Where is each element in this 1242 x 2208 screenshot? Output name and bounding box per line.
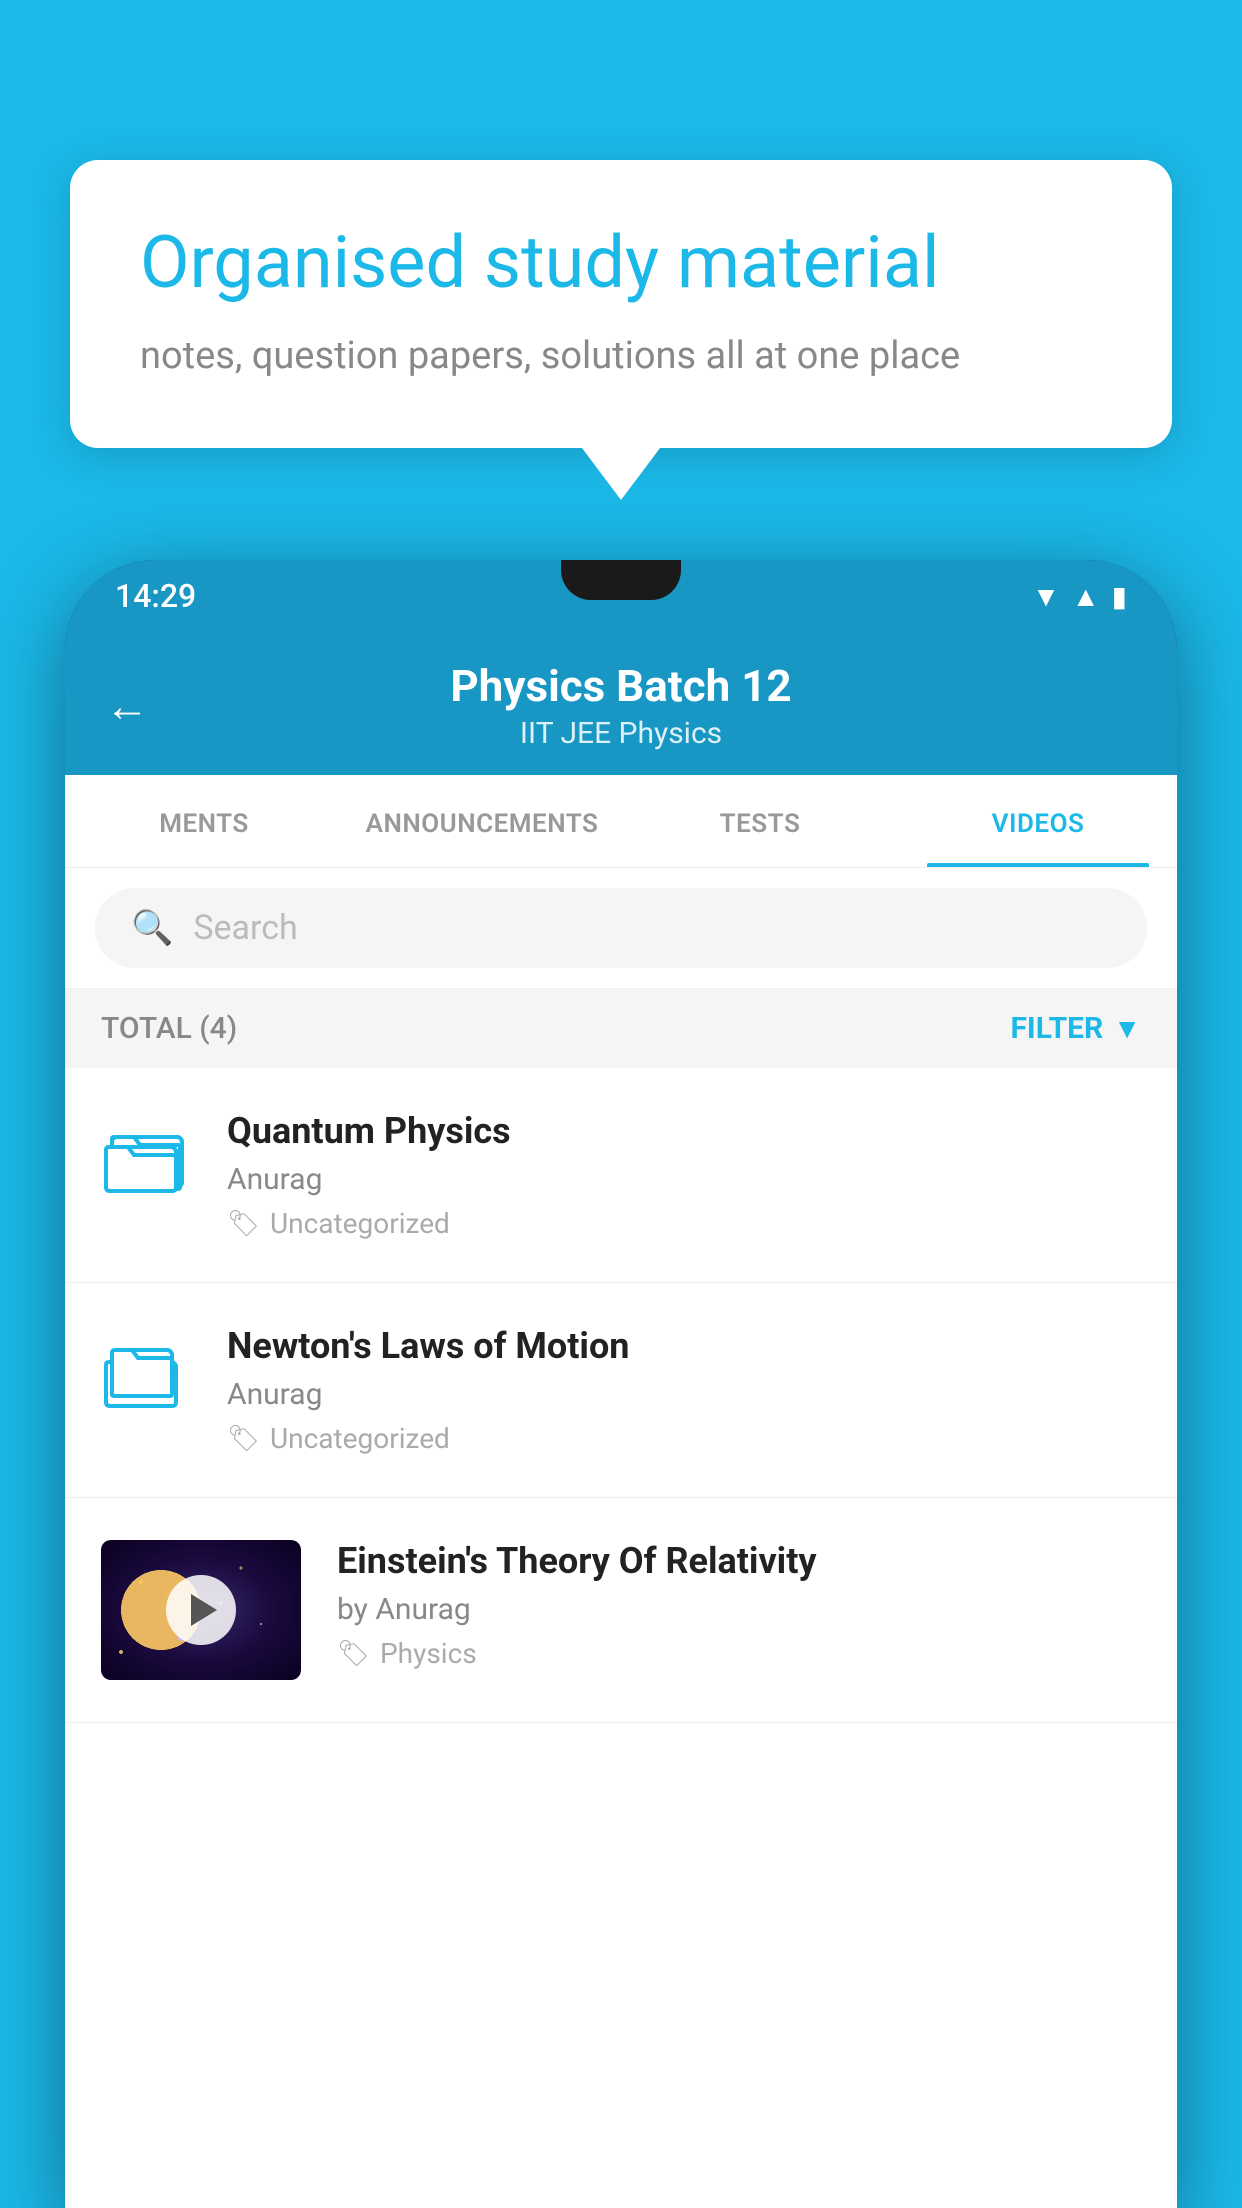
bubble-title: Organised study material — [140, 220, 1102, 306]
phone-frame: 14:29 ▼ ▲ ▮ ← Physics Batch 12 IIT JEE P… — [65, 560, 1177, 2208]
video-title: Quantum Physics — [227, 1110, 1141, 1152]
header-title: Physics Batch 12 — [179, 660, 1063, 712]
filter-label: FILTER — [1010, 1011, 1103, 1046]
video-tag: 🏷 Physics — [337, 1637, 1141, 1670]
filter-button[interactable]: FILTER ▼ — [1010, 1011, 1141, 1046]
signal-icon: ▲ — [1072, 580, 1100, 613]
tab-ments[interactable]: MENTS — [65, 775, 343, 867]
wifi-icon: ▼ — [1032, 580, 1060, 613]
video-tag: 🏷 Uncategorized — [227, 1422, 1141, 1455]
filter-funnel-icon: ▼ — [1113, 1012, 1141, 1045]
search-input[interactable]: Search — [193, 908, 297, 948]
tab-tests[interactable]: TESTS — [621, 775, 899, 867]
video-tag: 🏷 Uncategorized — [227, 1207, 1141, 1240]
video-title: Einstein's Theory Of Relativity — [337, 1540, 1141, 1582]
video-author: by Anurag — [337, 1592, 1141, 1627]
video-thumbnail — [101, 1540, 301, 1680]
video-title: Newton's Laws of Motion — [227, 1325, 1141, 1367]
video-info: Newton's Laws of Motion Anurag 🏷 Uncateg… — [227, 1325, 1141, 1455]
search-container: 🔍 Search — [65, 868, 1177, 989]
phone-screen: 14:29 ▼ ▲ ▮ ← Physics Batch 12 IIT JEE P… — [65, 560, 1177, 2208]
tag-label: Physics — [380, 1637, 477, 1670]
filter-bar: TOTAL (4) FILTER ▼ — [65, 989, 1177, 1068]
battery-icon: ▮ — [1112, 580, 1127, 613]
play-button[interactable] — [166, 1575, 236, 1645]
search-bar[interactable]: 🔍 Search — [95, 888, 1147, 968]
tabs-bar: MENTS ANNOUNCEMENTS TESTS VIDEOS — [65, 775, 1177, 868]
play-triangle-icon — [191, 1594, 217, 1626]
video-author: Anurag — [227, 1162, 1141, 1197]
status-bar: 14:29 ▼ ▲ ▮ — [65, 560, 1177, 632]
back-button[interactable]: ← — [105, 680, 149, 732]
video-info: Einstein's Theory Of Relativity by Anura… — [337, 1540, 1141, 1670]
list-item[interactable]: Einstein's Theory Of Relativity by Anura… — [65, 1498, 1177, 1723]
status-icons: ▼ ▲ ▮ — [1032, 580, 1127, 613]
total-label: TOTAL (4) — [101, 1011, 237, 1046]
search-icon: 🔍 — [131, 908, 173, 948]
tab-videos[interactable]: VIDEOS — [899, 775, 1177, 867]
folder-icon — [101, 1110, 191, 1200]
tag-label: Uncategorized — [270, 1207, 450, 1240]
tab-announcements[interactable]: ANNOUNCEMENTS — [343, 775, 621, 867]
app-header: ← Physics Batch 12 IIT JEE Physics — [65, 632, 1177, 775]
header-subtitle: IIT JEE Physics — [179, 716, 1063, 751]
folder-icon — [101, 1325, 191, 1415]
tag-icon: 🏷 — [227, 1424, 260, 1454]
video-info: Quantum Physics Anurag 🏷 Uncategorized — [227, 1110, 1141, 1240]
tag-icon: 🏷 — [227, 1209, 260, 1239]
video-list: Quantum Physics Anurag 🏷 Uncategorized — [65, 1068, 1177, 2208]
list-item[interactable]: Quantum Physics Anurag 🏷 Uncategorized — [65, 1068, 1177, 1283]
list-item[interactable]: Newton's Laws of Motion Anurag 🏷 Uncateg… — [65, 1283, 1177, 1498]
tag-icon: 🏷 — [337, 1639, 370, 1669]
bubble-subtitle: notes, question papers, solutions all at… — [140, 334, 1102, 378]
header-center: Physics Batch 12 IIT JEE Physics — [179, 660, 1063, 751]
tag-label: Uncategorized — [270, 1422, 450, 1455]
video-author: Anurag — [227, 1377, 1141, 1412]
speech-bubble: Organised study material notes, question… — [70, 160, 1172, 448]
status-time: 14:29 — [115, 577, 196, 615]
